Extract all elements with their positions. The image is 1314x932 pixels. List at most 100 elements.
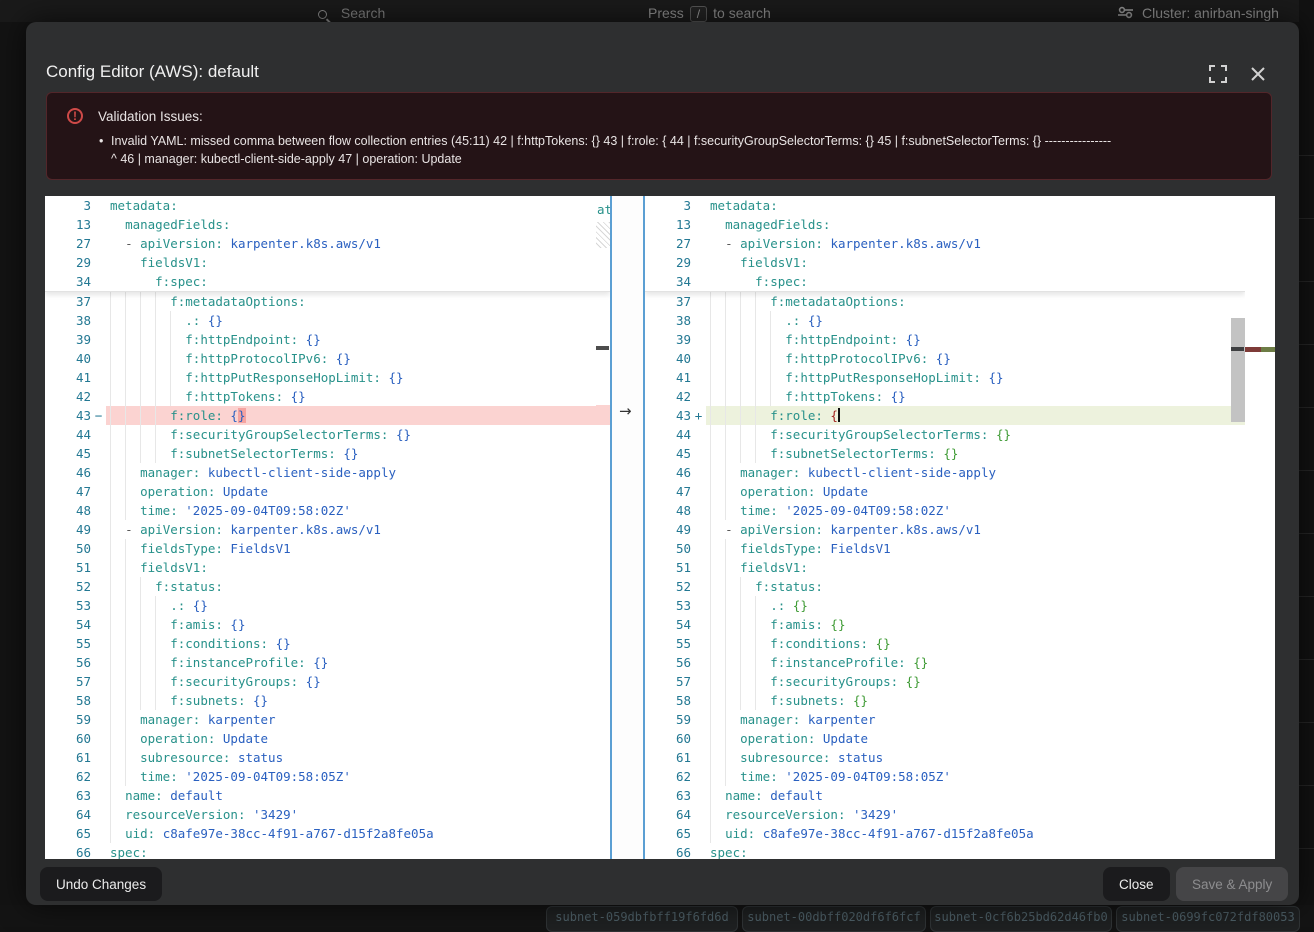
code-line[interactable]: 66spec:	[645, 843, 1245, 859]
vertical-scrollbar[interactable]	[1231, 318, 1245, 422]
code-line[interactable]: 57 f:securityGroups: {}	[645, 672, 1245, 691]
code-line[interactable]: 54 f:amis: {}	[45, 615, 610, 634]
code-content: uid: c8afe97e-38cc-4f91-a767-d15f2a8fe05…	[706, 824, 1245, 843]
code-line[interactable]: 39 f:httpEndpoint: {}	[45, 330, 610, 349]
diff-marker	[91, 691, 106, 710]
fullscreen-icon[interactable]	[1208, 64, 1228, 84]
code-line[interactable]: 48 time: '2025-09-04T09:58:02Z'	[45, 501, 610, 520]
diff-pane-original[interactable]: 3metadata:13 managedFields:27 - apiVersi…	[45, 196, 610, 859]
code-line[interactable]: 56 f:instanceProfile: {}	[45, 653, 610, 672]
code-line[interactable]: 63 name: default	[45, 786, 610, 805]
code-line[interactable]: 59 manager: karpenter	[45, 710, 610, 729]
cluster-selector[interactable]: Cluster: anirban-singh	[1118, 5, 1279, 21]
search-input[interactable]: Search	[318, 5, 385, 21]
close-button[interactable]: Close	[1103, 867, 1170, 901]
code-line[interactable]: 64 resourceVersion: '3429'	[45, 805, 610, 824]
code-line[interactable]: 34 f:spec:	[645, 272, 1245, 291]
code-line[interactable]: 60 operation: Update	[645, 729, 1245, 748]
code-line[interactable]: 65 uid: c8afe97e-38cc-4f91-a767-d15f2a8f…	[45, 824, 610, 843]
code-line[interactable]: 27 - apiVersion: karpenter.k8s.aws/v1	[45, 234, 610, 253]
code-line[interactable]: 62 time: '2025-09-04T09:58:05Z'	[45, 767, 610, 786]
code-line[interactable]: 56 f:instanceProfile: {}	[645, 653, 1245, 672]
code-line[interactable]: 50 fieldsType: FieldsV1	[45, 539, 610, 558]
code-line[interactable]: 58 f:subnets: {}	[45, 691, 610, 710]
code-line[interactable]: 3metadata:	[645, 196, 1245, 215]
code-line[interactable]: 45 f:subnetSelectorTerms: {}	[45, 444, 610, 463]
diff-marker	[91, 463, 106, 482]
code-line[interactable]: 59 manager: karpenter	[645, 710, 1245, 729]
code-line[interactable]: 54 f:amis: {}	[645, 615, 1245, 634]
decorations-overview-ruler[interactable]	[1245, 318, 1275, 423]
code-line[interactable]: 38 .: {}	[645, 311, 1245, 330]
diff-pane-modified[interactable]: 3metadata:13 managedFields:27 - apiVersi…	[645, 196, 1245, 859]
code-line[interactable]: 43− f:role: {}	[45, 406, 610, 425]
code-line[interactable]: 13 managedFields:	[645, 215, 1245, 234]
code-line[interactable]: 40 f:httpProtocolIPv6: {}	[645, 349, 1245, 368]
code-line[interactable]: 52 f:status:	[45, 577, 610, 596]
code-line[interactable]: 48 time: '2025-09-04T09:58:02Z'	[645, 501, 1245, 520]
code-line[interactable]: 63 name: default	[645, 786, 1245, 805]
code-line[interactable]: 51 fieldsV1:	[645, 558, 1245, 577]
code-line[interactable]: 53 .: {}	[645, 596, 1245, 615]
code-line[interactable]: 49 - apiVersion: karpenter.k8s.aws/v1	[645, 520, 1245, 539]
code-line[interactable]: 34 f:spec:	[45, 272, 610, 291]
code-line[interactable]: 50 fieldsType: FieldsV1	[645, 539, 1245, 558]
code-line[interactable]: 55 f:conditions: {}	[45, 634, 610, 653]
code-line[interactable]: 49 - apiVersion: karpenter.k8s.aws/v1	[45, 520, 610, 539]
code-line[interactable]: 61 subresource: status	[645, 748, 1245, 767]
code-line[interactable]: 62 time: '2025-09-04T09:58:05Z'	[645, 767, 1245, 786]
code-line[interactable]: 55 f:conditions: {}	[645, 634, 1245, 653]
code-line[interactable]: 40 f:httpProtocolIPv6: {}	[45, 349, 610, 368]
code-line[interactable]: 46 manager: kubectl-client-side-apply	[645, 463, 1245, 482]
code-line[interactable]: 43+ f:role: {	[645, 406, 1245, 425]
indent-guide	[710, 501, 711, 520]
code-content: metadata:	[706, 196, 1245, 215]
code-line[interactable]: 46 manager: kubectl-client-side-apply	[45, 463, 610, 482]
code-line[interactable]: 44 f:securityGroupSelectorTerms: {}	[645, 425, 1245, 444]
code-line[interactable]: 57 f:securityGroups: {}	[45, 672, 610, 691]
code-line[interactable]: 66spec:	[45, 843, 610, 859]
code-line[interactable]: 51 fieldsV1:	[45, 558, 610, 577]
revert-change-arrow-icon[interactable]: →	[619, 402, 632, 420]
code-line[interactable]: 37 f:metadataOptions:	[45, 292, 610, 311]
diff-removed-ruler-mark	[1245, 347, 1261, 352]
code-line[interactable]: 47 operation: Update	[645, 482, 1245, 501]
code-line[interactable]: 52 f:status:	[645, 577, 1245, 596]
code-line[interactable]: 60 operation: Update	[45, 729, 610, 748]
collapsed-region-hatch	[596, 222, 610, 248]
code-line[interactable]: 64 resourceVersion: '3429'	[645, 805, 1245, 824]
close-icon[interactable]	[1248, 64, 1268, 84]
indent-guide	[725, 634, 726, 653]
diff-marker	[91, 444, 106, 463]
indent-guide	[140, 691, 141, 710]
code-line[interactable]: 27 - apiVersion: karpenter.k8s.aws/v1	[645, 234, 1245, 253]
save-apply-button[interactable]: Save & Apply	[1176, 867, 1288, 901]
code-line[interactable]: 39 f:httpEndpoint: {}	[645, 330, 1245, 349]
code-line[interactable]: 13 managedFields:	[45, 215, 610, 234]
line-number: 63	[645, 786, 691, 805]
line-number: 50	[45, 539, 91, 558]
code-line[interactable]: 44 f:securityGroupSelectorTerms: {}	[45, 425, 610, 444]
code-line[interactable]: 45 f:subnetSelectorTerms: {}	[645, 444, 1245, 463]
code-line[interactable]: 3metadata:	[45, 196, 610, 215]
code-line[interactable]: 29 fieldsV1:	[645, 253, 1245, 272]
code-line[interactable]: 65 uid: c8afe97e-38cc-4f91-a767-d15f2a8f…	[645, 824, 1245, 843]
code-line[interactable]: 61 subresource: status	[45, 748, 610, 767]
code-line[interactable]: 37 f:metadataOptions:	[645, 292, 1245, 311]
line-number: 38	[45, 311, 91, 330]
code-line[interactable]: 42 f:httpTokens: {}	[45, 387, 610, 406]
code-line[interactable]: 41 f:httpPutResponseHopLimit: {}	[645, 368, 1245, 387]
code-line[interactable]: 42 f:httpTokens: {}	[645, 387, 1245, 406]
code-content: name: default	[706, 786, 1245, 805]
code-line[interactable]: 47 operation: Update	[45, 482, 610, 501]
diff-splitter[interactable]: →	[610, 196, 645, 859]
yaml-diff-editor[interactable]: 3metadata:13 managedFields:27 - apiVersi…	[45, 196, 1275, 859]
code-line[interactable]: 29 fieldsV1:	[45, 253, 610, 272]
line-number: 52	[645, 577, 691, 596]
code-line[interactable]: 41 f:httpPutResponseHopLimit: {}	[45, 368, 610, 387]
code-line[interactable]: 58 f:subnets: {}	[645, 691, 1245, 710]
diff-marker	[691, 596, 706, 615]
code-line[interactable]: 53 .: {}	[45, 596, 610, 615]
undo-changes-button[interactable]: Undo Changes	[40, 867, 162, 901]
code-line[interactable]: 38 .: {}	[45, 311, 610, 330]
